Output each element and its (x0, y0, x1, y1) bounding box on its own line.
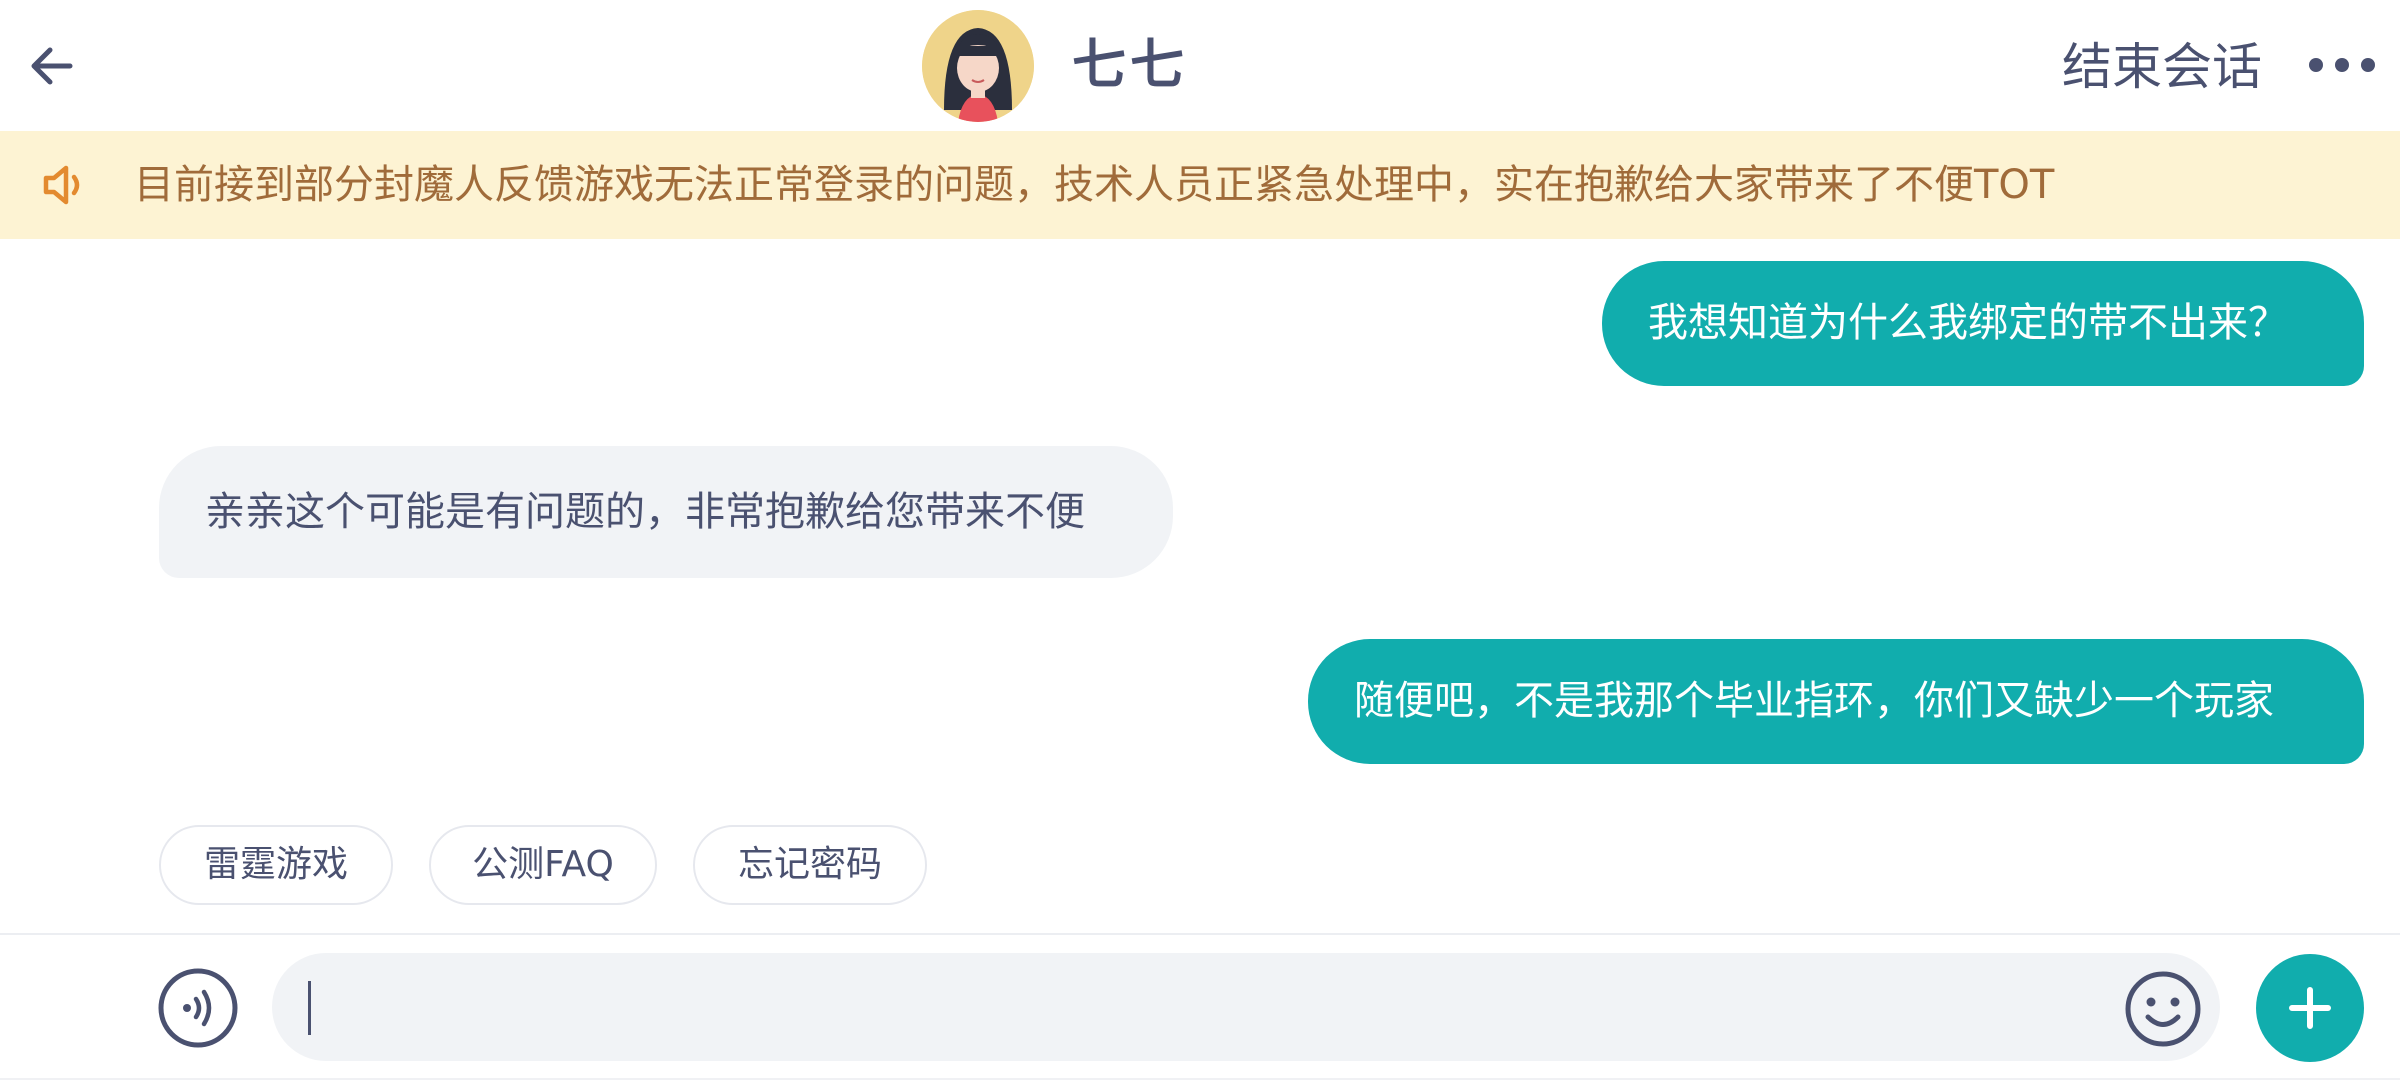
notice-text: 目前接到部分封魔人反馈游戏无法正常登录的问题，技术人员正紧急处理中，实在抱歉给大… (134, 162, 2055, 208)
notice-banner: 目前接到部分封魔人反馈游戏无法正常登录的问题，技术人员正紧急处理中，实在抱歉给大… (0, 131, 2400, 239)
voice-icon (158, 968, 238, 1048)
chat-title: 七七 (1072, 33, 1188, 96)
emoji-button[interactable] (2124, 970, 2202, 1048)
plus-button[interactable] (2256, 954, 2364, 1062)
user-message: 随便吧，不是我那个毕业指环，你们又缺少一个玩家 (1308, 639, 2364, 764)
chat-header: 七七 结束会话 (0, 0, 2400, 131)
quick-reply-chip[interactable]: 雷霆游戏 (159, 825, 393, 905)
message-input[interactable] (272, 953, 2220, 1061)
message-text: 亲亲这个可能是有问题的，非常抱歉给您带来不便 (205, 489, 1085, 535)
input-divider (0, 933, 2400, 935)
end-session-button[interactable]: 结束会话 (2062, 36, 2262, 98)
emoji-icon (2125, 971, 2201, 1047)
message-text: 我想知道为什么我绑定的带不出来？ (1648, 300, 2288, 346)
quick-reply-chip[interactable]: 忘记密码 (693, 825, 927, 905)
text-caret (308, 981, 311, 1035)
voice-button[interactable] (157, 967, 239, 1049)
plus-icon (2289, 987, 2331, 1029)
speaker-icon (40, 161, 92, 209)
message-text: 随便吧，不是我那个毕业指环，你们又缺少一个玩家 (1354, 678, 2274, 724)
quick-reply-chip[interactable]: 公测FAQ (429, 825, 657, 905)
arrow-left-icon (31, 47, 73, 85)
agent-message: 亲亲这个可能是有问题的，非常抱歉给您带来不便 (159, 446, 1173, 578)
agent-avatar (922, 10, 1034, 122)
more-button[interactable] (2306, 44, 2378, 86)
back-button[interactable] (22, 36, 82, 96)
user-message: 我想知道为什么我绑定的带不出来？ (1602, 261, 2364, 386)
more-dots-icon (2309, 58, 2375, 72)
